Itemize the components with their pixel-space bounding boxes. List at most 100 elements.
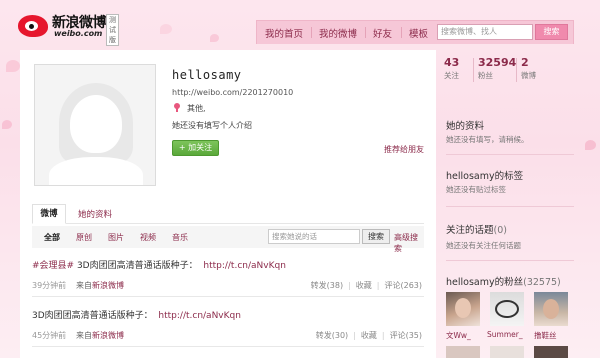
- weibo-eye-icon: [18, 15, 48, 37]
- nav-templates[interactable]: 模板: [409, 26, 428, 40]
- post-actions: 转发(30) | 收藏 | 评论(35): [316, 330, 422, 341]
- comment-button[interactable]: 评论(263): [384, 281, 422, 290]
- stat-posts[interactable]: 2 微博: [521, 56, 536, 81]
- stat-following-count: 43: [444, 56, 460, 69]
- stat-posts-label: 微博: [521, 71, 536, 80]
- post-source-link[interactable]: 新浪微博: [92, 331, 124, 340]
- topics-title-text: 关注的话题: [446, 225, 494, 236]
- fan-avatar[interactable]: [490, 292, 524, 326]
- profile-tabs: 微博 她的资料: [32, 204, 424, 224]
- profile-bio: 她还没有填写个人介绍: [172, 121, 252, 130]
- tags-section-title: hellosamy的标签: [446, 171, 524, 182]
- post-text: 3D肉团团高清普通话版种子： http://t.cn/aNvKqn: [32, 308, 424, 321]
- post-topic-tag[interactable]: #会理县#: [32, 261, 74, 271]
- info-section-title: 她的资料: [446, 121, 485, 132]
- fan-name[interactable]: Summer_: [487, 330, 523, 339]
- stat-fans[interactable]: 32594 粉丝: [478, 56, 516, 81]
- beta-badge: 测试版: [106, 14, 119, 46]
- info-section-note: 她还没有填写，请稍候。: [446, 135, 529, 144]
- profile-stats: 43 关注 32594 粉丝 2 微博: [444, 56, 580, 88]
- action-divider: |: [353, 331, 356, 340]
- top-search-button[interactable]: 搜索: [535, 24, 568, 40]
- top-search-input[interactable]: 搜索微博、找人: [437, 24, 533, 40]
- post-link[interactable]: http://t.cn/aNvKqn: [203, 261, 286, 271]
- fan-avatar[interactable]: [446, 346, 480, 358]
- stat-divider: [473, 58, 474, 82]
- avatar-body-shape: [49, 157, 143, 185]
- post-meta: 39分钟前 来自新浪微博 转发(38) | 收藏 | 评论(263): [32, 280, 424, 292]
- topics-section-note: 她还没有关注任何话题: [446, 241, 521, 250]
- fan-avatar[interactable]: [534, 292, 568, 326]
- recommend-link[interactable]: 推荐给朋友: [384, 144, 424, 155]
- right-sidebar: 43 关注 32594 粉丝 2 微博 她的资料 她还没有填写，请稍候。 hel…: [440, 50, 580, 358]
- stat-divider: [516, 58, 517, 82]
- profile-url[interactable]: http://weibo.com/2201270010: [172, 88, 293, 97]
- repost-button[interactable]: 转发(30): [316, 331, 348, 340]
- post-source-prefix: 来自: [76, 331, 92, 340]
- favorite-button[interactable]: 收藏: [361, 331, 377, 340]
- decorative-petal: [585, 140, 596, 150]
- sidebar-divider: [446, 260, 574, 261]
- post-source-prefix: 来自: [76, 281, 92, 290]
- weibo-logo[interactable]: 新浪微博 weibo.com 测试版: [18, 12, 119, 46]
- post-time[interactable]: 39分钟前: [32, 280, 66, 291]
- fan-name[interactable]: 文Ww_: [446, 330, 471, 341]
- fan-avatar[interactable]: [490, 346, 524, 358]
- post-meta: 45分钟前 来自新浪微博 转发(30) | 收藏 | 评论(35): [32, 330, 424, 342]
- feed-post: #会理县# 3D肉团团高清普通话版种子： http://t.cn/aNvKqn …: [32, 258, 424, 292]
- tab-weibo[interactable]: 微博: [32, 204, 66, 224]
- post-link[interactable]: http://t.cn/aNvKqn: [158, 311, 241, 321]
- fans-title-text: hellosamy的粉丝: [446, 277, 524, 288]
- post-source-link[interactable]: 新浪微博: [92, 281, 124, 290]
- post-text: #会理县# 3D肉团团高清普通话版种子： http://t.cn/aNvKqn: [32, 258, 424, 271]
- post-time[interactable]: 45分钟前: [32, 330, 66, 341]
- fan-avatar-face: [543, 299, 559, 319]
- action-divider: |: [381, 331, 385, 340]
- stat-posts-count: 2: [521, 56, 529, 69]
- post-source: 来自新浪微博: [76, 280, 124, 291]
- nav-my-home[interactable]: 我的首页: [265, 26, 303, 40]
- sidebar-divider: [446, 206, 574, 207]
- feed-search-button[interactable]: 搜索: [362, 229, 390, 244]
- favorite-button[interactable]: 收藏: [356, 281, 372, 290]
- fan-avatar-drawing: [495, 300, 519, 318]
- topics-section-title: 关注的话题(0): [446, 222, 507, 236]
- profile-username: hellosamy: [172, 68, 242, 82]
- nav-my-weibo[interactable]: 我的微博: [319, 26, 357, 40]
- fan-avatar[interactable]: [534, 346, 568, 358]
- nav-divider: [311, 27, 312, 38]
- filter-all[interactable]: 全部: [44, 232, 60, 243]
- post-source: 来自新浪微博: [76, 330, 124, 341]
- post-actions: 转发(38) | 收藏 | 评论(263): [311, 280, 422, 291]
- fan-avatar[interactable]: [446, 292, 480, 326]
- feed-filter-bar: 全部 原创 图片 视频 音乐 搜索她说的话 搜索 高级搜索: [32, 226, 424, 253]
- filter-original[interactable]: 原创: [76, 232, 92, 243]
- decorative-petal: [2, 120, 12, 129]
- post-divider: [32, 296, 424, 297]
- stat-fans-label: 粉丝: [478, 71, 493, 80]
- fan-avatar-face: [455, 298, 471, 318]
- fan-name[interactable]: 撸鞋丝: [534, 330, 557, 341]
- topics-count: (0): [493, 225, 507, 236]
- stat-following[interactable]: 43 关注: [444, 56, 459, 81]
- follow-button[interactable]: + 加关注: [172, 140, 219, 156]
- filter-music[interactable]: 音乐: [172, 232, 188, 243]
- nav-divider: [401, 27, 402, 38]
- filter-videos[interactable]: 视频: [140, 232, 156, 243]
- repost-button[interactable]: 转发(38): [311, 281, 343, 290]
- tab-her-profile[interactable]: 她的资料: [78, 208, 112, 220]
- nav-divider: [365, 27, 366, 38]
- filter-images[interactable]: 图片: [108, 232, 124, 243]
- stat-following-label: 关注: [444, 71, 459, 80]
- comment-button[interactable]: 评论(35): [390, 331, 422, 340]
- fans-section-title: hellosamy的粉丝(32575): [446, 274, 561, 288]
- profile-location: 其他,: [187, 104, 206, 113]
- female-icon: [173, 103, 181, 112]
- logo-domain: weibo.com: [54, 29, 103, 38]
- feed-search-input[interactable]: 搜索她说的话: [268, 229, 360, 244]
- nav-friends[interactable]: 好友: [373, 26, 392, 40]
- advanced-search-link[interactable]: 高级搜索: [394, 232, 424, 254]
- stat-fans-count: 32594: [478, 56, 517, 69]
- main-panel: hellosamy http://weibo.com/2201270010 其他…: [20, 50, 436, 358]
- avatar[interactable]: [34, 64, 156, 186]
